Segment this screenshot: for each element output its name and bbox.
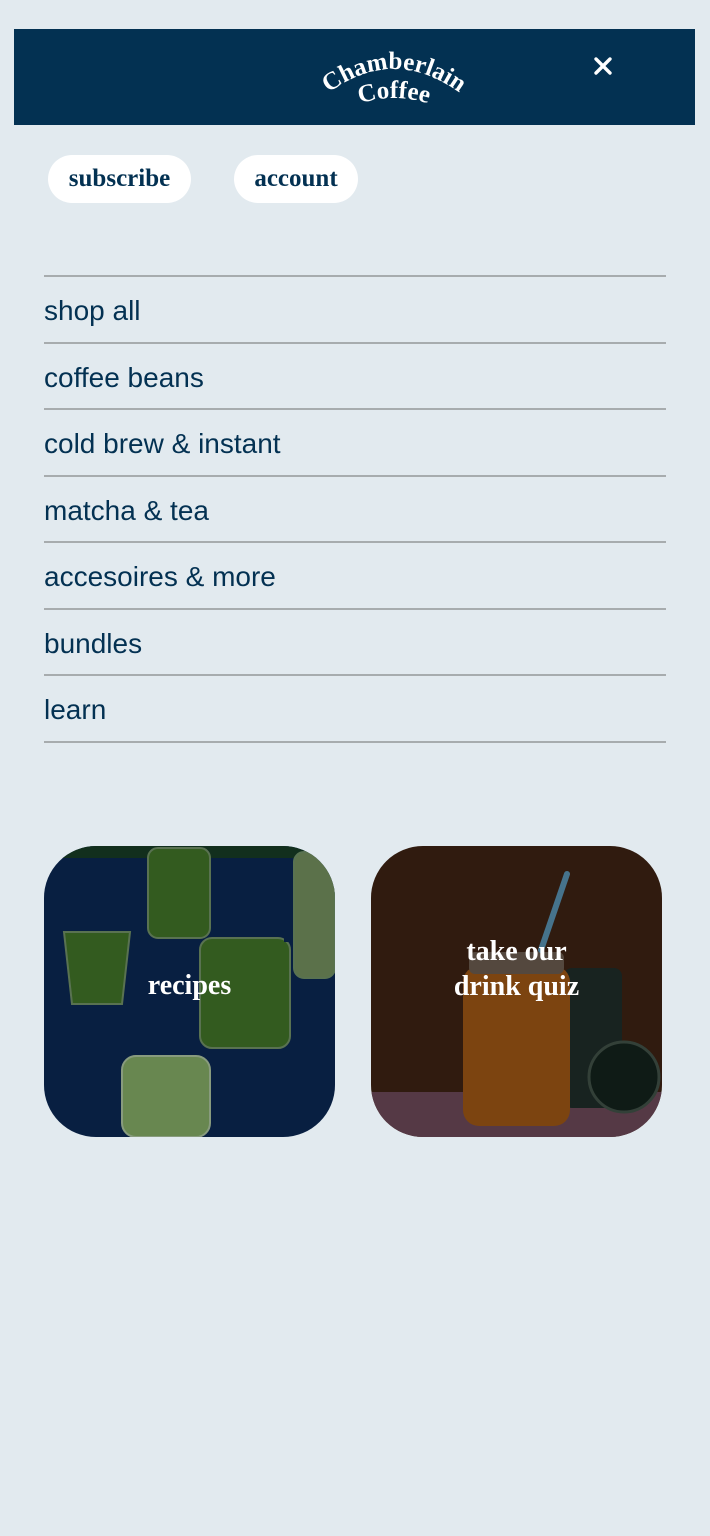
account-button[interactable]: account bbox=[234, 155, 358, 203]
logo-line-2: Coffee bbox=[355, 77, 434, 109]
subscribe-button[interactable]: subscribe bbox=[48, 155, 191, 203]
close-menu-button[interactable] bbox=[588, 51, 618, 81]
menu-item-learn[interactable]: learn bbox=[44, 676, 666, 743]
menu-item-accessories-more[interactable]: accesoires & more bbox=[44, 543, 666, 610]
main-nav-menu: shop all coffee beans cold brew & instan… bbox=[44, 275, 666, 743]
menu-item-shop-all[interactable]: shop all bbox=[44, 277, 666, 344]
recipes-card[interactable]: recipes bbox=[44, 846, 335, 1137]
logo-wordmark: Chamberlain Coffee bbox=[317, 48, 471, 109]
site-header: Chamberlain Coffee bbox=[14, 29, 695, 125]
close-icon bbox=[594, 57, 612, 75]
drink-quiz-card-label: take our drink quiz bbox=[371, 934, 662, 1004]
menu-item-coffee-beans[interactable]: coffee beans bbox=[44, 344, 666, 410]
recipes-label-text: recipes bbox=[147, 970, 232, 1001]
menu-item-cold-brew-instant[interactable]: cold brew & instant bbox=[44, 410, 666, 477]
recipes-card-label: recipes bbox=[44, 968, 335, 1003]
menu-item-matcha-tea[interactable]: matcha & tea bbox=[44, 477, 666, 543]
drink-quiz-card[interactable]: take our drink quiz bbox=[371, 846, 662, 1137]
menu-item-bundles[interactable]: bundles bbox=[44, 610, 666, 676]
svg-text:Coffee: Coffee bbox=[355, 77, 434, 109]
quiz-label-line-1: take our bbox=[466, 936, 567, 967]
chamberlain-coffee-logo[interactable]: Chamberlain Coffee bbox=[304, 43, 484, 117]
quiz-label-line-2: drink quiz bbox=[453, 971, 580, 1002]
